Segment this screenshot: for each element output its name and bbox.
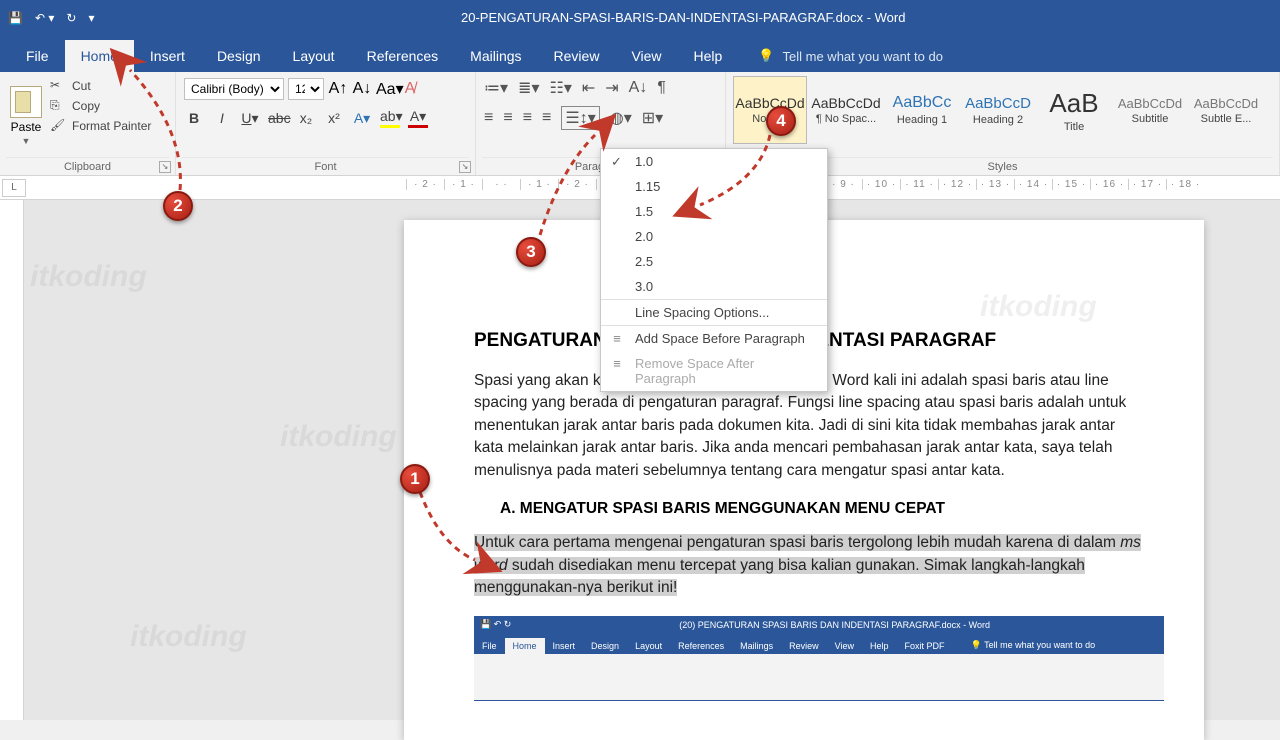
align-center-icon[interactable]: ≡ xyxy=(503,109,512,127)
horizontal-ruler[interactable]: · 2 ·· 1 ·· ·· 1 ·· 2 ·· 3 ·· 4 ·· 5 ·· … xyxy=(406,179,1280,197)
numbering-icon[interactable]: ≣▾ xyxy=(518,78,539,98)
increase-indent-icon[interactable]: ⇥ xyxy=(605,78,618,98)
line-spacing-options[interactable]: Line Spacing Options... xyxy=(601,299,827,325)
superscript-button[interactable]: x² xyxy=(324,110,344,126)
ribbon-tabs: File Home Insert Design Layout Reference… xyxy=(0,35,1280,72)
bullets-icon[interactable]: ≔▾ xyxy=(484,78,508,98)
text-effects-icon[interactable]: A▾ xyxy=(352,110,372,127)
group-clipboard: Paste ▼ ✂Cut ⎘Copy 🖌Format Painter Clipb… xyxy=(0,72,176,175)
ruler-toggle[interactable]: L xyxy=(2,179,26,197)
save-icon[interactable]: 💾 xyxy=(8,11,23,25)
format-painter-button[interactable]: 🖌Format Painter xyxy=(50,118,151,134)
style--no-spac-[interactable]: AaBbCcDd¶ No Spac... xyxy=(809,76,883,144)
copy-button[interactable]: ⎘Copy xyxy=(50,98,151,114)
bulb-icon: 💡 xyxy=(758,48,774,64)
shading-icon[interactable]: ◍▾ xyxy=(610,108,632,128)
undo-icon[interactable]: ↶ ▾ xyxy=(35,11,54,25)
tab-design[interactable]: Design xyxy=(201,40,277,72)
tab-view[interactable]: View xyxy=(615,40,677,72)
doc-heading2: A. MENGATUR SPASI BARIS MENGGUNAKAN MENU… xyxy=(500,500,1144,518)
change-case-icon[interactable]: Aa▾ xyxy=(376,79,396,99)
spacing-1-15[interactable]: 1.15 xyxy=(601,174,827,199)
group-font: Calibri (Body) 12 A↑ A↓ Aa▾ A̸ B I U▾ ab… xyxy=(176,72,476,175)
decrease-indent-icon[interactable]: ⇤ xyxy=(582,78,595,98)
qat-customize-icon[interactable]: ▾ xyxy=(88,11,94,25)
annotation-marker-3: 3 xyxy=(516,237,546,267)
line-spacing-dropdown: 1.0 1.15 1.5 2.0 2.5 3.0 Line Spacing Op… xyxy=(600,148,828,392)
font-size-select[interactable]: 12 xyxy=(288,78,324,100)
highlight-icon[interactable]: ab▾ xyxy=(380,108,400,128)
style-heading-2[interactable]: AaBbCcDHeading 2 xyxy=(961,76,1035,144)
clear-format-icon[interactable]: A̸ xyxy=(400,80,420,98)
doc-paragraph-highlighted: Untuk cara pertama mengenai pengaturan s… xyxy=(474,532,1144,599)
tab-mailings[interactable]: Mailings xyxy=(454,40,537,72)
pilcrow-icon[interactable]: ¶ xyxy=(657,79,666,97)
bold-button[interactable]: B xyxy=(184,110,204,126)
align-left-icon[interactable]: ≡ xyxy=(484,109,493,127)
style-subtle-e-[interactable]: AaBbCcDdSubtle E... xyxy=(1189,76,1263,144)
redo-icon[interactable]: ↻ xyxy=(66,11,76,25)
subscript-button[interactable]: x₂ xyxy=(296,110,316,126)
tab-home[interactable]: Home xyxy=(65,40,134,72)
scissors-icon: ✂ xyxy=(50,78,66,94)
title-bar: 💾 ↶ ▾ ↻ ▾ 20-PENGATURAN-SPASI-BARIS-DAN-… xyxy=(0,0,1280,35)
add-space-icon: ≡ xyxy=(609,331,625,346)
sort-icon[interactable]: A↓ xyxy=(629,79,648,97)
multilevel-icon[interactable]: ☷▾ xyxy=(549,78,571,98)
brush-icon: 🖌 xyxy=(50,118,66,134)
tab-file[interactable]: File xyxy=(10,40,65,72)
spacing-1-5[interactable]: 1.5 xyxy=(601,199,827,224)
style-title[interactable]: AaBTitle xyxy=(1037,76,1111,144)
align-right-icon[interactable]: ≡ xyxy=(523,109,532,127)
vertical-ruler[interactable] xyxy=(0,200,24,720)
tab-layout[interactable]: Layout xyxy=(277,40,351,72)
tab-review[interactable]: Review xyxy=(538,40,616,72)
justify-icon[interactable]: ≡ xyxy=(542,109,551,127)
font-launcher[interactable]: ↘ xyxy=(459,161,471,173)
paste-button[interactable]: Paste ▼ xyxy=(6,74,46,157)
italic-button[interactable]: I xyxy=(212,110,232,126)
borders-icon[interactable]: ⊞▾ xyxy=(642,108,663,128)
strike-button[interactable]: abc xyxy=(268,110,288,126)
spacing-3-0[interactable]: 3.0 xyxy=(601,274,827,299)
copy-icon: ⎘ xyxy=(50,98,66,114)
tab-help[interactable]: Help xyxy=(678,40,739,72)
cut-button[interactable]: ✂Cut xyxy=(50,78,151,94)
underline-button[interactable]: U▾ xyxy=(240,110,260,127)
remove-space-after[interactable]: ≡Remove Space After Paragraph xyxy=(601,351,827,391)
font-color-icon[interactable]: A▾ xyxy=(408,108,428,128)
remove-space-icon: ≡ xyxy=(609,356,625,371)
annotation-marker-4: 4 xyxy=(766,106,796,136)
grow-font-icon[interactable]: A↑ xyxy=(328,80,348,98)
annotation-marker-2: 2 xyxy=(163,191,193,221)
annotation-marker-1: 1 xyxy=(400,464,430,494)
window-title: 20-PENGATURAN-SPASI-BARIS-DAN-INDENTASI-… xyxy=(461,10,905,25)
paste-icon xyxy=(10,86,42,118)
spacing-2-5[interactable]: 2.5 xyxy=(601,249,827,274)
shrink-font-icon[interactable]: A↓ xyxy=(352,80,372,98)
line-spacing-button[interactable]: ☰↕▾ xyxy=(561,106,599,130)
font-name-select[interactable]: Calibri (Body) xyxy=(184,78,284,100)
spacing-1-0[interactable]: 1.0 xyxy=(601,149,827,174)
tab-references[interactable]: References xyxy=(351,40,455,72)
tab-insert[interactable]: Insert xyxy=(134,40,201,72)
clipboard-launcher[interactable]: ↘ xyxy=(159,161,171,173)
style-heading-1[interactable]: AaBbCcHeading 1 xyxy=(885,76,959,144)
style-subtitle[interactable]: AaBbCcDdSubtitle xyxy=(1113,76,1187,144)
tell-me[interactable]: 💡 Tell me what you want to do xyxy=(758,48,943,72)
embedded-screenshot: 💾 ↶ ↻(20) PENGATURAN SPASI BARIS DAN IND… xyxy=(474,616,1164,701)
add-space-before[interactable]: ≡Add Space Before Paragraph xyxy=(601,325,827,351)
spacing-2-0[interactable]: 2.0 xyxy=(601,224,827,249)
